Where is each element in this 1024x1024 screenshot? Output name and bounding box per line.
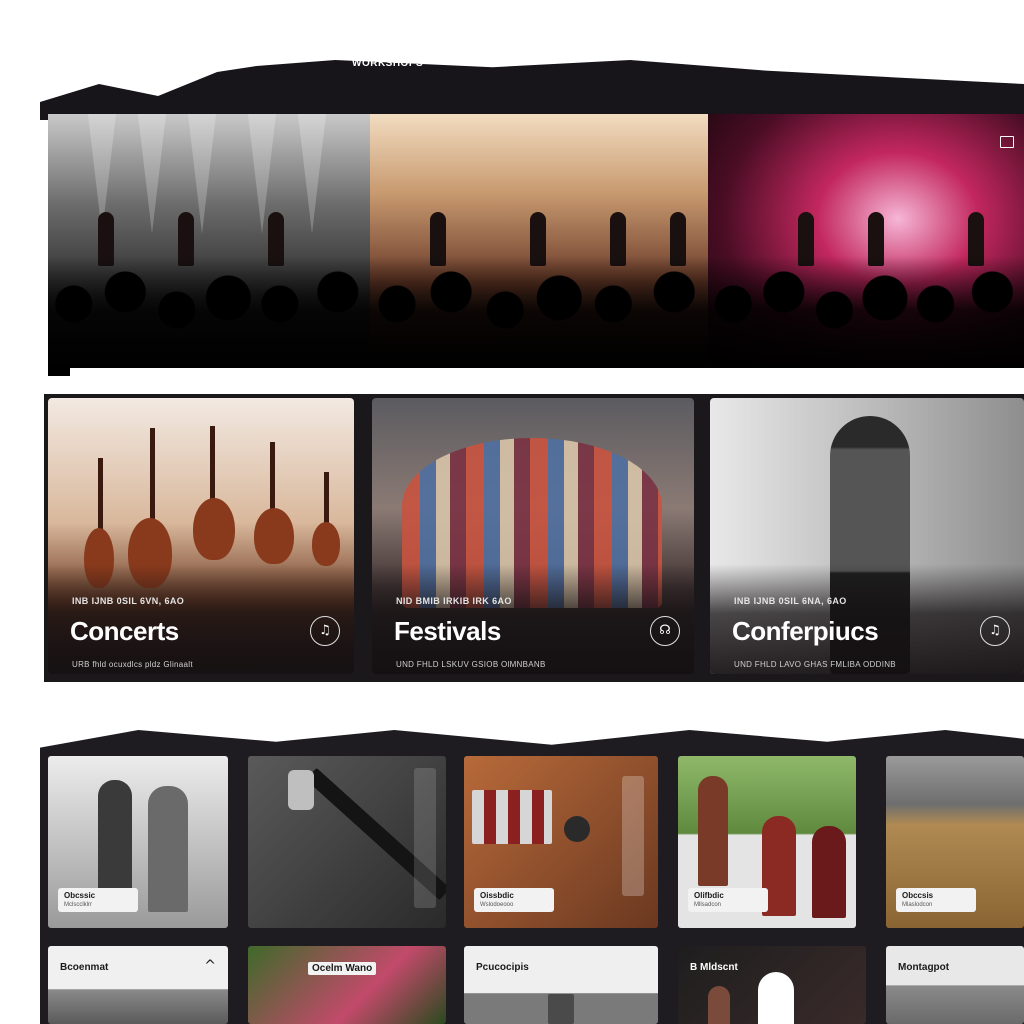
- gallery-tile-field[interactable]: Obccsis Mlaslodcon: [886, 756, 1024, 928]
- tile-heading: Pcucocipis: [476, 962, 529, 973]
- category-title: Concerts: [70, 616, 179, 646]
- hero-banner: [48, 114, 1024, 376]
- tile-heading: B Mldscnt: [690, 962, 738, 973]
- category-eyebrow: INB IJNB 0SIL 6VN, 6AO: [72, 596, 185, 606]
- category-subtitle: UND FHLD LSKUV GSIOB OlMNBANB: [396, 660, 546, 669]
- gallery-tile-row2-2[interactable]: Ocelm Wano: [248, 946, 446, 1024]
- close-icon[interactable]: ×: [1012, 724, 1024, 740]
- tile-heading: Montagpot: [898, 962, 950, 973]
- tile-label: Obcssic Mclscclklrr: [58, 888, 138, 912]
- tile-label: Oissbdic Wslodoeooo: [474, 888, 554, 912]
- gallery-tile-guitar[interactable]: [248, 756, 446, 928]
- category-card-concerts[interactable]: INB IJNB 0SIL 6VN, 6AO Concerts URB fhld…: [48, 398, 354, 674]
- category-card-festivals[interactable]: NID BMIB IRKIB IRK 6AO Festivals UND FHL…: [372, 398, 694, 674]
- concert-photo-warm[interactable]: [370, 114, 708, 376]
- music-icon[interactable]: ♫: [980, 616, 1010, 646]
- torn-separator: [70, 368, 1024, 390]
- gallery-tile-row2-3[interactable]: Pcucocipis: [464, 946, 658, 1024]
- top-nav: WORKSHOPS: [330, 55, 445, 71]
- concert-photo-magenta[interactable]: [708, 114, 1024, 376]
- category-subtitle: URB fhld ocuxdlcs pldz Glinaalt: [72, 660, 193, 669]
- gallery-tile-row2-4[interactable]: B Mldscnt: [678, 946, 866, 1024]
- gallery-tile-duo[interactable]: Obcssic Mclscclklrr: [48, 756, 228, 928]
- category-subtitle: UND FHLD LAVO GHAS FMLIBA ODDINB: [734, 660, 896, 669]
- chevron-up-icon[interactable]: ^: [204, 958, 216, 974]
- tile-label: Obccsis Mlaslodcon: [896, 888, 976, 912]
- music-icon[interactable]: ♫: [310, 616, 340, 646]
- nav-item-workshops[interactable]: WORKSHOPS: [352, 58, 423, 69]
- category-title: Festivals: [394, 616, 501, 646]
- gallery-tile-friends[interactable]: Olifbdic Mllsadcon: [678, 756, 856, 928]
- gallery-tile-row2-5[interactable]: Montagpot: [886, 946, 1024, 1024]
- category-card-conferences[interactable]: INB IJNB 0SIL 6NA, 6AO Conferpiucs UND F…: [710, 398, 1024, 674]
- window-icon[interactable]: [1000, 136, 1014, 148]
- tile-heading: Bcoenmat: [60, 962, 109, 973]
- music-events-page: WORKSHOPS INB IJNB 0SIL 6VN, 6AO Concert…: [0, 0, 1024, 1024]
- category-cards: INB IJNB 0SIL 6VN, 6AO Concerts URB fhld…: [44, 394, 1024, 682]
- headphones-icon[interactable]: ☊: [650, 616, 680, 646]
- category-title: Conferpiucs: [732, 616, 879, 646]
- tile-label: Olifbdic Mllsadcon: [688, 888, 768, 912]
- gallery-tile-board[interactable]: Oissbdic Wslodoeooo: [464, 756, 658, 928]
- category-eyebrow: NID BMIB IRKIB IRK 6AO: [396, 596, 512, 606]
- concert-photo-monochrome[interactable]: [48, 114, 370, 376]
- top-nav-band: [40, 60, 1024, 120]
- tile-heading: Ocelm Wano: [308, 962, 377, 975]
- category-eyebrow: INB IJNB 0SIL 6NA, 6AO: [734, 596, 847, 606]
- gallery-tile-row2-1[interactable]: Bcoenmat ^: [48, 946, 228, 1024]
